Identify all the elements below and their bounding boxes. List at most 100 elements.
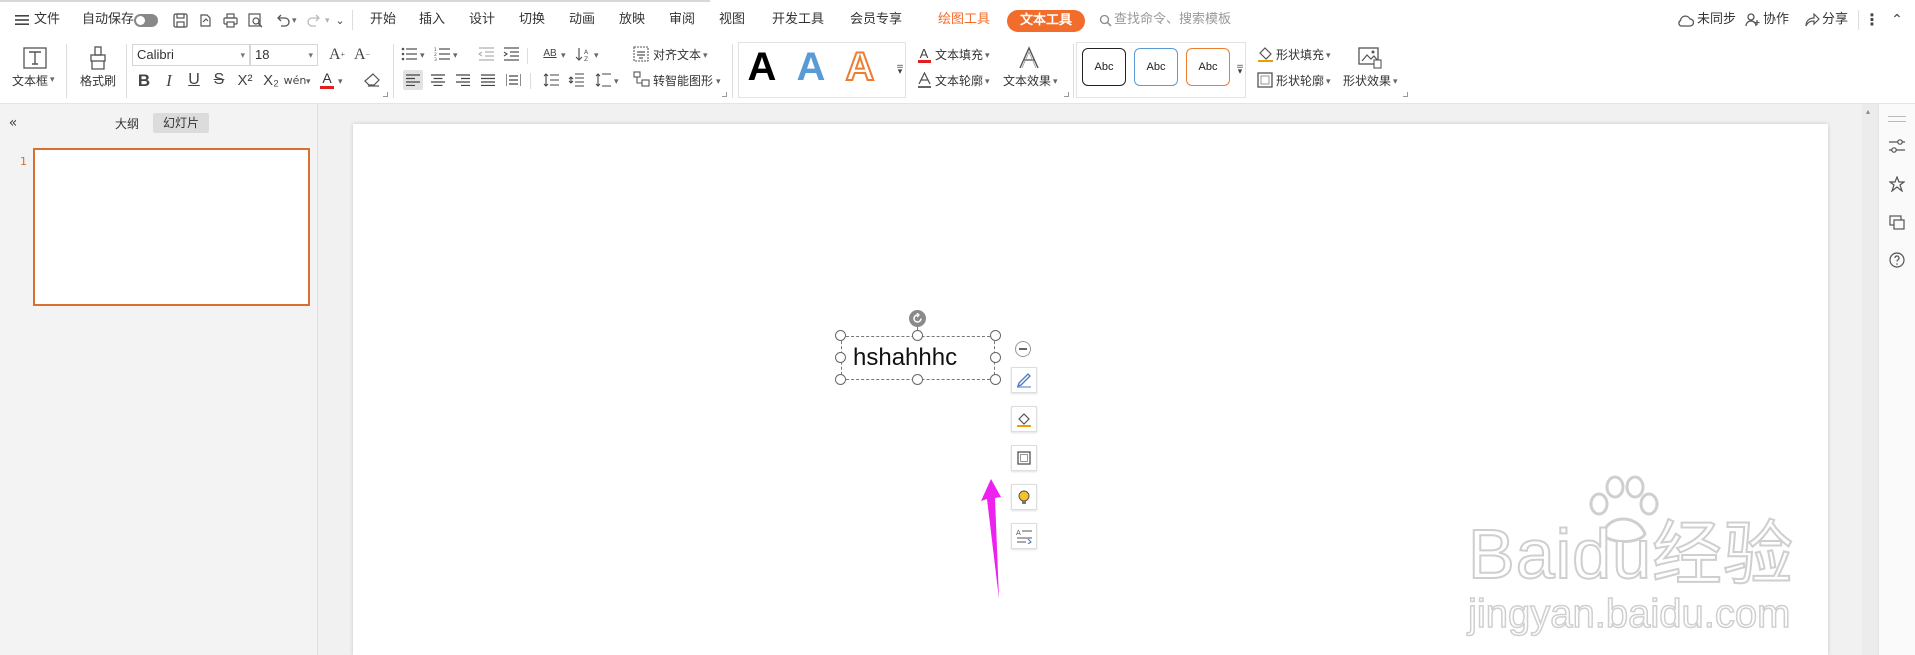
textbox-content[interactable]: hshahhhc: [853, 344, 957, 372]
text-style-orange-outline[interactable]: A: [837, 46, 883, 88]
collapse-panel-icon[interactable]: «: [6, 116, 20, 130]
cloud-sync-icon[interactable]: [1676, 12, 1694, 28]
shape-style-orange[interactable]: Abc: [1186, 48, 1230, 86]
font-group-launcher-icon[interactable]: [383, 92, 388, 97]
shape-effect-dropdown-icon[interactable]: ▾: [1393, 77, 1398, 87]
shape-style-blue[interactable]: Abc: [1134, 48, 1178, 86]
text-direction-icon[interactable]: AB: [540, 45, 560, 63]
text-outline-icon[interactable]: [916, 71, 932, 89]
text-fill-label[interactable]: 文本填充: [935, 48, 983, 62]
align-text-icon[interactable]: [632, 45, 650, 63]
text-fill-dropdown-icon[interactable]: ▾: [985, 51, 990, 61]
resize-handle-tc[interactable]: [912, 330, 923, 341]
text-effect-dropdown-icon[interactable]: ▾: [1053, 77, 1058, 87]
bullet-dropdown-icon[interactable]: ▾: [420, 51, 425, 61]
paragraph-group-launcher-icon[interactable]: [722, 92, 727, 97]
resize-handle-tr[interactable]: [990, 330, 1001, 341]
resize-handle-bl[interactable]: [835, 374, 846, 385]
tab-member[interactable]: 会员专享: [850, 12, 902, 28]
font-size-dropdown-icon[interactable]: ▾: [308, 45, 313, 65]
text-direction-dropdown-icon[interactable]: ▾: [561, 51, 566, 61]
line-spacing-icon[interactable]: [541, 70, 561, 90]
phonetic-guide-icon[interactable]: wén: [284, 70, 307, 90]
tab-developer[interactable]: 开发工具: [772, 12, 824, 28]
shape-group-launcher-icon[interactable]: [1403, 92, 1408, 97]
tab-insert[interactable]: 插入: [419, 12, 445, 28]
superscript-icon[interactable]: X²: [234, 70, 256, 90]
collapse-quickbar-icon[interactable]: [1015, 341, 1031, 357]
textbox-dropdown-icon[interactable]: ▾: [50, 75, 55, 85]
collaborate-label[interactable]: 协作: [1763, 12, 1789, 28]
tab-drawing-tools[interactable]: 绘图工具: [938, 12, 990, 28]
quick-idea-icon[interactable]: [1011, 484, 1037, 510]
resize-handle-tl[interactable]: [835, 330, 846, 341]
textbox-label[interactable]: 文本框: [12, 74, 48, 88]
slide-canvas[interactable]: hshahhhc A Baidu经验 jingyan.baidu.com: [353, 124, 1828, 655]
quick-outline-icon[interactable]: [1011, 445, 1037, 471]
increase-indent-icon[interactable]: [502, 45, 520, 63]
justify-icon[interactable]: [478, 70, 498, 90]
resize-handle-bc[interactable]: [912, 374, 923, 385]
help-icon[interactable]: [1888, 251, 1906, 269]
redo-dropdown-icon[interactable]: ▾: [325, 16, 330, 26]
tab-outline[interactable]: 大纲: [115, 117, 139, 131]
search-input[interactable]: 查找命令、搜索模板: [1114, 12, 1231, 28]
tab-design[interactable]: 设计: [469, 12, 495, 28]
bold-icon[interactable]: B: [134, 70, 154, 90]
print-preview-icon[interactable]: [246, 11, 264, 29]
font-name-select[interactable]: Calibri ▾: [132, 44, 250, 66]
shape-fill-label[interactable]: 形状填充: [1276, 48, 1324, 62]
smartart-dropdown-icon[interactable]: ▾: [716, 77, 721, 87]
collapse-ribbon-icon[interactable]: ⌃: [1890, 13, 1904, 27]
sync-status-label[interactable]: 未同步: [1697, 12, 1736, 28]
shape-outline-icon[interactable]: [1256, 71, 1274, 89]
spacing-options-icon[interactable]: [593, 70, 613, 90]
quick-fill-icon[interactable]: [1011, 406, 1037, 432]
file-menu[interactable]: 文件: [34, 12, 60, 28]
undo-dropdown-icon[interactable]: ▾: [292, 16, 297, 26]
font-size-select[interactable]: 18 ▾: [250, 44, 318, 66]
vertical-scrollbar[interactable]: ▴: [1862, 104, 1878, 655]
text-effect-icon[interactable]: [1016, 45, 1042, 71]
font-color-icon[interactable]: A: [318, 70, 336, 90]
shape-effect-icon[interactable]: [1357, 45, 1383, 71]
slide-thumbnail[interactable]: [33, 148, 310, 306]
customize-toolbar-icon[interactable]: ⌄: [333, 13, 347, 27]
shape-outline-label[interactable]: 形状轮廓: [1276, 74, 1324, 88]
textbox-icon[interactable]: [22, 46, 48, 70]
shape-outline-dropdown-icon[interactable]: ▾: [1326, 77, 1331, 87]
sort-spacing-icon[interactable]: AZ: [574, 45, 592, 63]
text-outline-dropdown-icon[interactable]: ▾: [985, 77, 990, 87]
font-name-dropdown-icon[interactable]: ▾: [240, 45, 245, 65]
decrease-indent-icon[interactable]: [477, 45, 495, 63]
spacing-dropdown-icon[interactable]: ▾: [614, 77, 619, 87]
bullet-list-icon[interactable]: [400, 45, 418, 63]
align-text-label[interactable]: 对齐文本: [653, 48, 701, 62]
autosave-toggle[interactable]: [134, 14, 158, 27]
format-painter-label[interactable]: 格式刷: [80, 74, 116, 88]
tab-transition[interactable]: 切换: [519, 12, 545, 28]
clear-format-icon[interactable]: [363, 71, 381, 89]
tab-slides[interactable]: 幻灯片: [153, 113, 210, 133]
font-color-dropdown-icon[interactable]: ▾: [338, 77, 343, 87]
quick-text-layout-icon[interactable]: A: [1011, 523, 1037, 549]
phonetic-dropdown-icon[interactable]: ▾: [306, 77, 311, 87]
sort-dropdown-icon[interactable]: ▾: [594, 51, 599, 61]
rotate-handle-icon[interactable]: [909, 310, 926, 327]
text-style-black[interactable]: A: [739, 47, 785, 87]
text-style-gallery-more-icon[interactable]: = ▾: [894, 58, 906, 82]
format-copy-icon[interactable]: [196, 11, 214, 29]
tab-review[interactable]: 审阅: [669, 12, 695, 28]
text-fill-icon[interactable]: A: [916, 46, 932, 64]
italic-icon[interactable]: I: [159, 70, 179, 90]
format-painter-icon[interactable]: [85, 45, 111, 71]
text-outline-label[interactable]: 文本轮廓: [935, 74, 983, 88]
smartart-icon[interactable]: [632, 70, 650, 88]
animation-pane-icon[interactable]: [1888, 175, 1906, 193]
shape-effect-label[interactable]: 形状效果: [1343, 74, 1391, 88]
tab-view[interactable]: 视图: [719, 12, 745, 28]
numbered-dropdown-icon[interactable]: ▾: [453, 51, 458, 61]
decrease-font-size-icon[interactable]: A −: [353, 46, 371, 64]
align-text-dropdown-icon[interactable]: ▾: [703, 51, 708, 61]
properties-icon[interactable]: [1888, 137, 1906, 155]
